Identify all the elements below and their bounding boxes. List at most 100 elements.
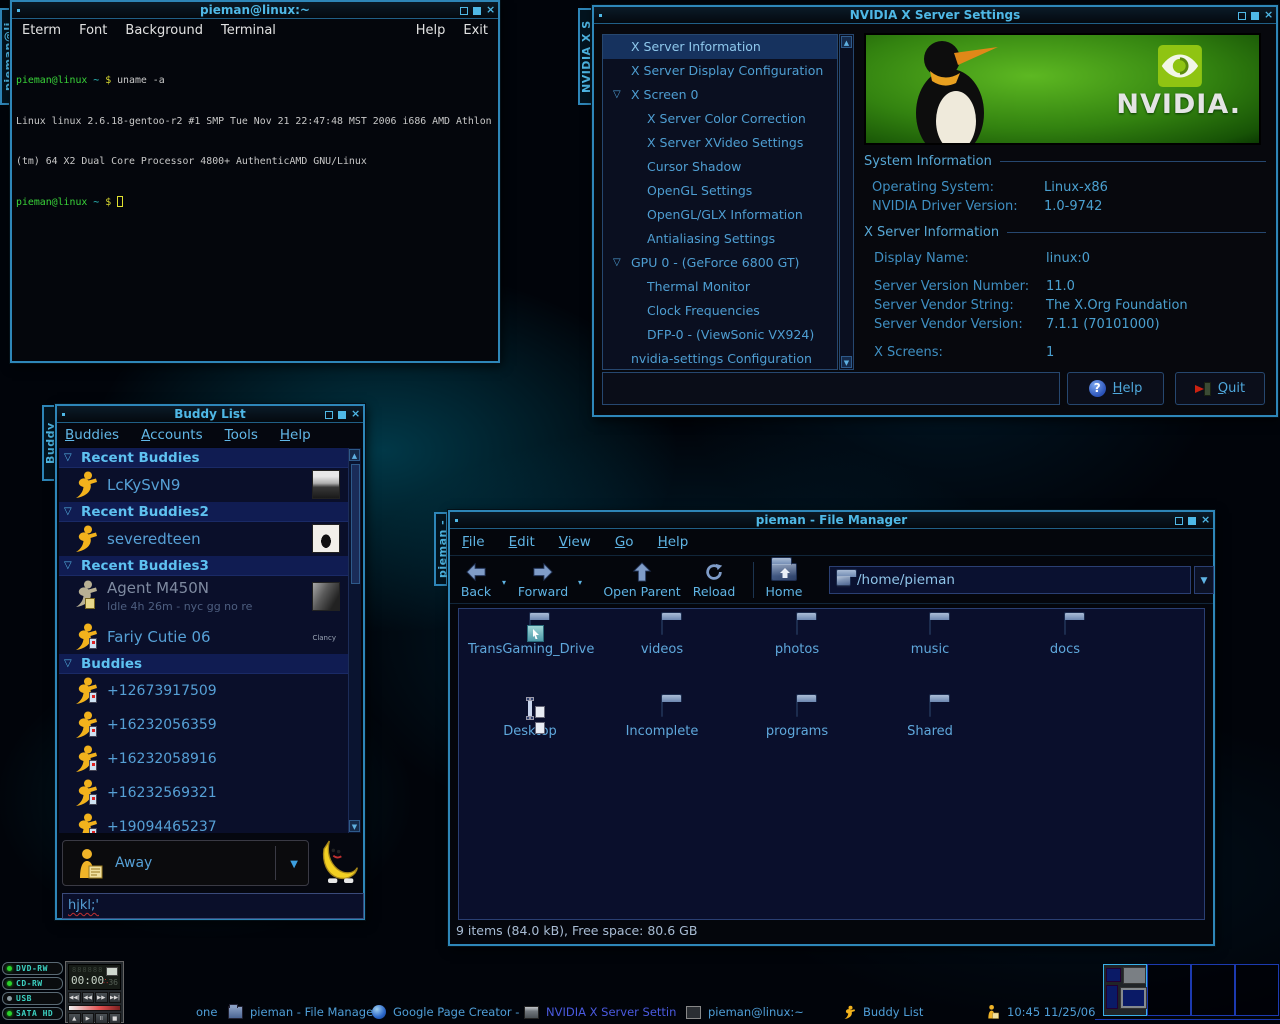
tree-item-xvideo-settings[interactable]: X Server XVideo Settings	[603, 131, 837, 155]
tree-item-dfp-0[interactable]: DFP-0 - (ViewSonic VX924)	[603, 323, 837, 347]
filemanager-window-side-tab[interactable]: pieman - Fi	[434, 512, 448, 586]
player-progress[interactable]	[68, 1005, 121, 1011]
group-recent-buddies[interactable]: ▽Recent Buddies	[59, 448, 348, 468]
address-bar[interactable]: /home/pieman	[829, 566, 1191, 594]
tree-item-cursor-shadow[interactable]: Cursor Shadow	[603, 155, 837, 179]
maximize-icon[interactable]	[473, 7, 481, 15]
tree-item-x-screen-0[interactable]: ▽X Screen 0	[603, 83, 837, 107]
close-icon[interactable]: ×	[486, 6, 494, 14]
folder-music[interactable]: music	[868, 619, 992, 657]
collapse-icon[interactable]: ▽	[64, 654, 72, 674]
forward-history-caret-icon[interactable]: ▾	[578, 578, 582, 587]
workspace-3[interactable]	[1191, 964, 1235, 1016]
back-button[interactable]: Back	[454, 560, 498, 599]
close-icon[interactable]: ×	[1264, 11, 1272, 19]
task-terminal[interactable]: pieman@linux:~	[686, 1003, 804, 1021]
tree-scrollbar[interactable]: ▲ ▼	[839, 34, 854, 370]
menu-help[interactable]: Help	[416, 23, 446, 38]
close-icon[interactable]: ×	[1201, 516, 1209, 524]
workspace-label[interactable]: one	[196, 1003, 217, 1021]
folder-shared[interactable]: Shared	[868, 701, 992, 739]
tree-expand-icon[interactable]: ▽	[613, 83, 621, 107]
tree-item-opengl-glx-info[interactable]: OpenGL/GLX Information	[603, 203, 837, 227]
fast-forward-button[interactable]: ▶▶	[95, 992, 108, 1003]
maximize-icon[interactable]	[1251, 12, 1259, 20]
folder-photos[interactable]: photos	[735, 619, 859, 657]
scroll-down-icon[interactable]: ▼	[349, 820, 360, 832]
buddy-row[interactable]: +16232056359	[59, 708, 348, 742]
tree-item-thermal-monitor[interactable]: Thermal Monitor	[603, 275, 837, 299]
clock[interactable]: 10:45 11/25/06	[986, 1003, 1095, 1021]
home-button[interactable]: Home	[762, 560, 806, 599]
status-selector[interactable]: Away ▼	[62, 840, 309, 886]
pause-button[interactable]: II	[95, 1013, 108, 1024]
filemanager-titlebar[interactable]: pieman - File Manager ×	[450, 512, 1213, 529]
menu-edit[interactable]: Edit	[509, 534, 535, 550]
collapse-icon[interactable]: ▽	[64, 556, 72, 576]
scrollbar-thumb[interactable]	[351, 464, 360, 584]
group-recent-buddies3[interactable]: ▽Recent Buddies3	[59, 556, 348, 576]
forward-button[interactable]: Forward	[514, 560, 572, 599]
collapse-icon[interactable]: ▽	[64, 448, 72, 468]
rewind-button[interactable]: ◀◀	[82, 992, 95, 1003]
tree-item-x-server-information[interactable]: X Server Information	[603, 35, 837, 59]
status-message-input[interactable]: hjkl;'	[62, 893, 364, 919]
folder-desktop[interactable]: Desktop	[468, 701, 592, 739]
window-menu-icon[interactable]	[455, 519, 458, 522]
scroll-up-icon[interactable]: ▲	[841, 36, 852, 48]
buddy-row[interactable]: +12673917509	[59, 674, 348, 708]
group-recent-buddies2[interactable]: ▽Recent Buddies2	[59, 502, 348, 522]
mount-button-satahd[interactable]: SATA HD	[2, 1007, 63, 1020]
minimize-icon[interactable]	[460, 7, 468, 15]
maximize-icon[interactable]	[1188, 517, 1196, 525]
tree-item-gpu-0[interactable]: ▽GPU 0 - (GeForce 6800 GT)	[603, 251, 837, 275]
buddylist-titlebar[interactable]: Buddy List ×	[57, 406, 363, 423]
nvidia-window-side-tab[interactable]: NVIDIA X S	[578, 8, 593, 105]
help-button[interactable]: ? Help	[1067, 372, 1164, 405]
menu-font[interactable]: Font	[79, 23, 107, 38]
address-dropdown-button[interactable]: ▼	[1194, 566, 1214, 594]
buddy-row[interactable]: Fariy Cutie 06 Clancy	[59, 620, 348, 654]
minimize-icon[interactable]	[325, 411, 333, 419]
open-parent-button[interactable]: Open Parent	[600, 560, 684, 599]
stop-button[interactable]: ■	[109, 1013, 122, 1024]
collapse-icon[interactable]: ▽	[64, 502, 72, 522]
buddylist-scrollbar[interactable]: ▲ ▼	[348, 448, 361, 833]
window-menu-icon[interactable]	[17, 9, 20, 12]
tree-item-clock-frequencies[interactable]: Clock Frequencies	[603, 299, 837, 323]
buddy-row[interactable]: severedteen	[59, 522, 348, 556]
menu-help[interactable]: Help	[280, 427, 311, 443]
menu-help[interactable]: Help	[658, 534, 689, 550]
menu-terminal[interactable]: Terminal	[221, 23, 276, 38]
next-track-button[interactable]: ▶▶|	[109, 992, 122, 1003]
tree-item-display-configuration[interactable]: X Server Display Configuration	[603, 59, 837, 83]
task-buddy-list[interactable]: Buddy List	[843, 1003, 923, 1021]
workspace-4[interactable]	[1235, 964, 1279, 1016]
group-buddies[interactable]: ▽Buddies	[59, 654, 348, 674]
folder-docs[interactable]: docs	[1003, 619, 1127, 657]
task-google-page-creator[interactable]: Google Page Creator -	[372, 1003, 519, 1021]
dropdown-icon[interactable]: ▼	[290, 859, 298, 870]
nvidia-titlebar[interactable]: NVIDIA X Server Settings ×	[594, 7, 1276, 24]
task-filemanager[interactable]: pieman - File Manager	[228, 1003, 378, 1021]
menu-file[interactable]: File	[462, 534, 485, 550]
reload-button[interactable]: Reload	[688, 560, 740, 599]
tree-item-opengl-settings[interactable]: OpenGL Settings	[603, 179, 837, 203]
terminal-titlebar[interactable]: pieman@linux:~ ×	[12, 2, 498, 19]
scroll-up-icon[interactable]: ▲	[349, 449, 360, 461]
workspace-1[interactable]	[1103, 964, 1147, 1016]
buddy-row[interactable]: +16232569321	[59, 776, 348, 810]
buddy-row[interactable]: +16232058916	[59, 742, 348, 776]
quit-button[interactable]: Quit	[1175, 372, 1265, 405]
menu-buddies[interactable]: Buddies	[65, 427, 119, 443]
maximize-icon[interactable]	[338, 411, 346, 419]
tree-item-color-correction[interactable]: X Server Color Correction	[603, 107, 837, 131]
mount-button-usb[interactable]: USB	[2, 992, 63, 1005]
menu-accounts[interactable]: Accounts	[141, 427, 203, 443]
menu-background[interactable]: Background	[125, 23, 203, 38]
buddylist-window-side-tab[interactable]: Buddy List	[42, 405, 56, 481]
window-menu-icon[interactable]	[599, 14, 602, 17]
minimize-icon[interactable]	[1238, 12, 1246, 20]
prev-track-button[interactable]: ◀◀|	[68, 992, 81, 1003]
folder-incomplete[interactable]: Incomplete	[600, 701, 724, 739]
